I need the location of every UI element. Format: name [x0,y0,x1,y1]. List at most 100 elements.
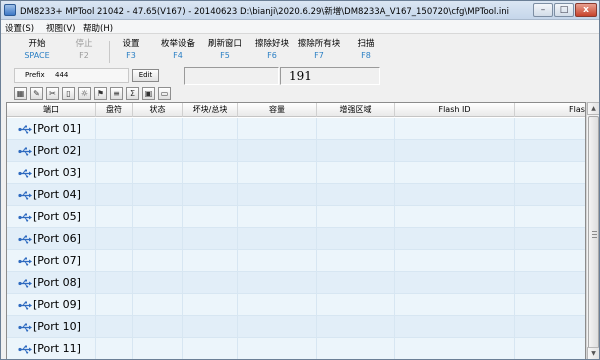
table-row[interactable]: [Port 03] [7,162,585,184]
table-row[interactable]: [Port 04] [7,184,585,206]
scroll-thumb[interactable] [588,116,599,356]
erase-all-blocks-button[interactable]: 擦除所有块 F7 [295,38,343,62]
table-cell [317,250,395,272]
counter-value: 191 [289,69,312,83]
table-row[interactable]: [Port 02] [7,140,585,162]
table-cell [395,184,515,206]
menu-settings[interactable]: 设置(S) [5,22,34,34]
grid-icon[interactable]: ▦ [14,87,27,100]
table-cell [238,140,317,162]
table-cell [183,228,238,250]
table-cell [515,140,585,162]
port-name: [Port 02] [33,144,81,157]
list-icon[interactable]: ≡ [110,87,123,100]
table-cell [238,118,317,140]
close-button[interactable]: x [575,3,597,17]
tool-icon[interactable]: ✂ [46,87,59,100]
table-row[interactable]: [Port 08] [7,272,585,294]
column-header-port[interactable]: 端口 [7,103,96,117]
monitor-icon[interactable]: ▭ [158,87,171,100]
flag-icon[interactable]: ⚑ [94,87,107,100]
menu-help[interactable]: 帮助(H) [83,22,113,34]
table-cell [133,338,183,359]
prefix-label: Prefix [25,71,45,79]
table-cell [133,118,183,140]
usb-icon [18,279,32,288]
refresh-key: F5 [220,51,230,60]
port-name: [Port 01] [33,122,81,135]
table-cell [238,184,317,206]
table-row[interactable]: [Port 07] [7,250,585,272]
table-cell [238,316,317,338]
stop-button[interactable]: 停止 F2 [60,38,108,62]
table-cell [238,338,317,359]
port-label: [Port 03] [18,166,81,179]
table-cell [238,228,317,250]
table-row[interactable]: [Port 10] [7,316,585,338]
column-header-capacity[interactable]: 容量 [238,103,317,117]
function-toolbar: 开始 SPACE 停止 F2 设置 F3 枚举设备 F4 刷新窗口 F5 擦除好… [1,35,599,65]
table-cell [96,140,133,162]
page-icon[interactable]: ▯ [62,87,75,100]
settings-button[interactable]: 设置 F3 [107,38,155,62]
title-bar: DM8233+ MPTool 21042 - 47.65(V167) - 201… [1,1,599,20]
table-header: 端口 盘符 状态 坏块/总块 容量 增强区域 Flash ID Flash [7,103,585,117]
column-header-status[interactable]: 状态 [133,103,183,117]
table-cell [515,118,585,140]
port-label: [Port 04] [18,188,81,201]
stop-label: 停止 [75,39,93,49]
table-row[interactable]: [Port 06] [7,228,585,250]
minimize-button[interactable]: – [533,3,553,17]
erase-good-blocks-button[interactable]: 擦除好块 F6 [248,38,296,62]
window-title: DM8233+ MPTool 21042 - 47.65(V167) - 201… [20,7,510,17]
port-label: [Port 01] [18,122,81,135]
port-label: [Port 09] [18,298,81,311]
usb-icon [18,345,32,354]
table-cell [317,272,395,294]
table-cell [133,294,183,316]
stop-key: F2 [79,51,89,60]
table-cell [133,272,183,294]
column-header-enhanced-area[interactable]: 增强区域 [317,103,395,117]
table-row[interactable]: [Port 09] [7,294,585,316]
table-cell [96,206,133,228]
table-cell [317,162,395,184]
column-header-flash-id[interactable]: Flash ID [395,103,515,117]
enumerate-key: F4 [173,51,183,60]
table-cell [395,294,515,316]
table-cell [183,272,238,294]
start-button[interactable]: 开始 SPACE [13,38,61,62]
edit-button[interactable]: Edit [132,69,159,82]
bulb-icon[interactable]: ☼ [78,87,91,100]
maximize-button[interactable]: □ [554,3,574,17]
table-row[interactable]: [Port 05] [7,206,585,228]
scroll-down-icon[interactable]: ▼ [587,347,599,359]
refresh-window-button[interactable]: 刷新窗口 F5 [201,38,249,62]
scan-button[interactable]: 扫描 F8 [342,38,390,62]
vertical-scrollbar[interactable]: ▲ ▼ [586,102,599,359]
table-row[interactable]: [Port 01] [7,118,585,140]
column-header-flash[interactable]: Flash [515,103,585,117]
table-cell [183,118,238,140]
table-row[interactable]: [Port 11] [7,338,585,359]
sum-icon[interactable]: Σ [126,87,139,100]
table-cell [96,228,133,250]
port-label: [Port 02] [18,144,81,157]
table-cell [96,316,133,338]
scroll-up-icon[interactable]: ▲ [587,102,599,115]
menu-view[interactable]: 视图(V) [46,22,75,34]
table-cell [317,184,395,206]
pin-icon[interactable]: ✎ [30,87,43,100]
port-name: [Port 06] [33,232,81,245]
grip-line [592,231,597,232]
column-header-drive[interactable]: 盘符 [96,103,133,117]
enumerate-devices-button[interactable]: 枚举设备 F4 [154,38,202,62]
port-name: [Port 08] [33,276,81,289]
table-cell [515,184,585,206]
table-cell [395,140,515,162]
erase-good-label: 擦除好块 [254,39,289,49]
settings-key: F3 [126,51,136,60]
usb-icon [18,257,32,266]
column-header-bad-blocks[interactable]: 坏块/总块 [183,103,238,117]
window-icon[interactable]: ▣ [142,87,155,100]
